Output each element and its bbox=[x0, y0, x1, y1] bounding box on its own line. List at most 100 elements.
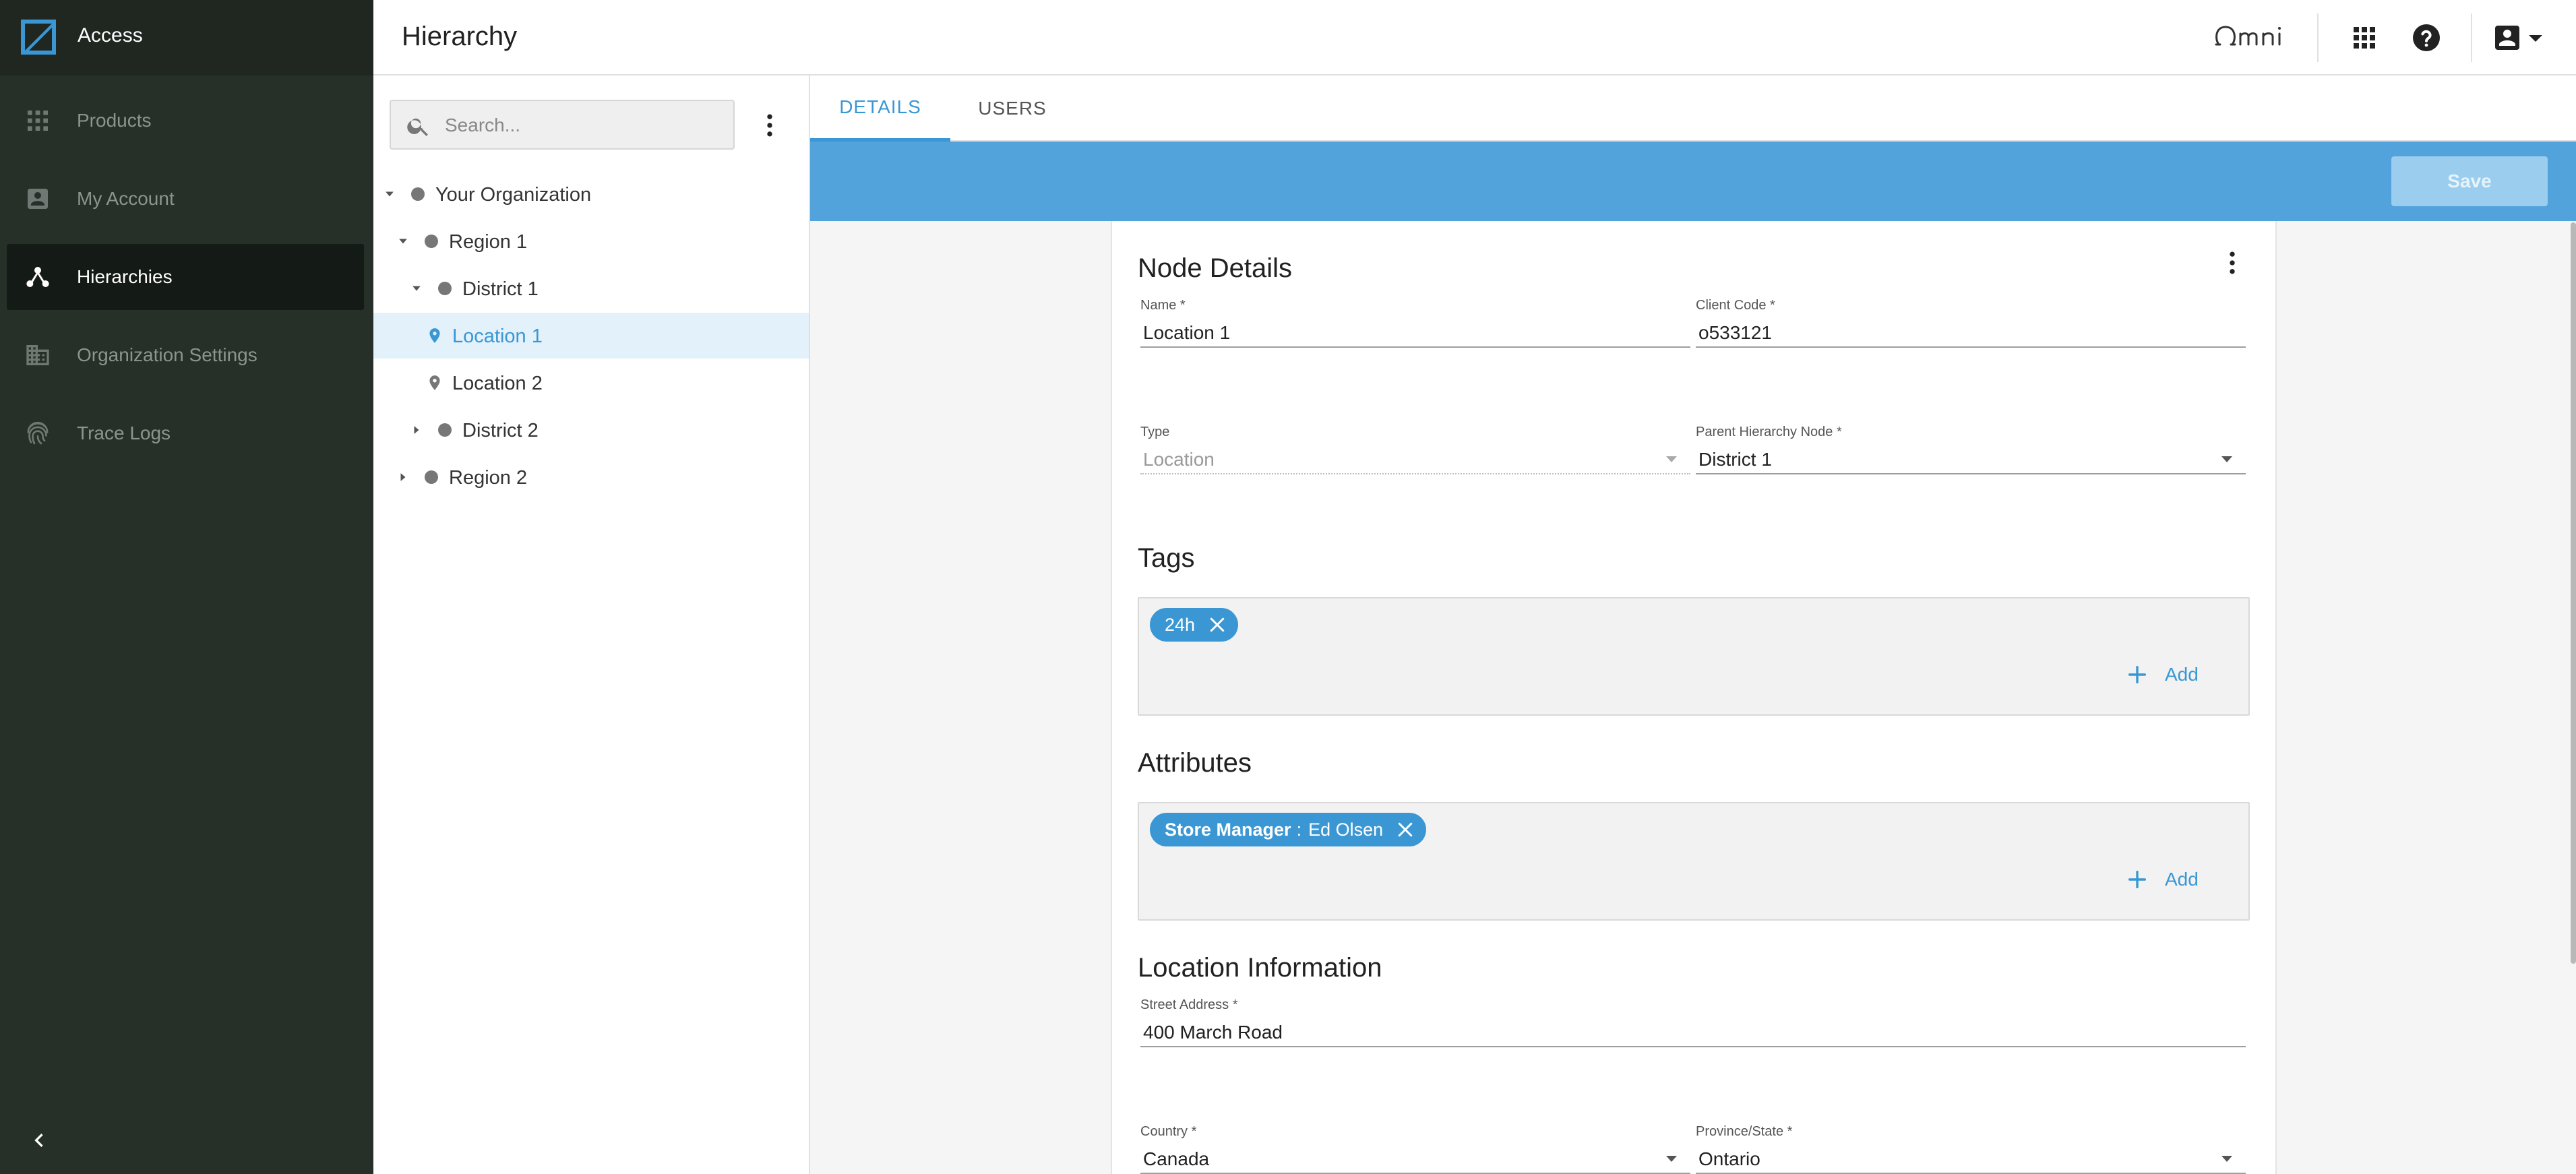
more-vert-icon[interactable] bbox=[2217, 248, 2247, 278]
expand-down-icon[interactable] bbox=[380, 185, 399, 204]
expand-right-icon[interactable] bbox=[394, 468, 412, 487]
sidebar-item-hierarchies[interactable]: Hierarchies bbox=[7, 244, 364, 310]
client-code-field[interactable]: Client Code * o533121 bbox=[1696, 298, 2246, 348]
sidebar-item-label: Trace Logs bbox=[77, 423, 171, 443]
help-icon[interactable] bbox=[2410, 22, 2443, 54]
country-select[interactable]: Country * Canada bbox=[1140, 1124, 1690, 1174]
location-pin-icon bbox=[429, 375, 440, 390]
account-menu-icon[interactable] bbox=[2491, 22, 2545, 54]
close-icon[interactable] bbox=[1207, 615, 1227, 635]
node-details-card: Node Details Name * Location 1 Client Co… bbox=[1111, 221, 2277, 1174]
type-value: Location bbox=[1143, 449, 1215, 470]
dropdown-arrow-icon[interactable] bbox=[2219, 454, 2235, 465]
tree-search-box bbox=[390, 100, 735, 150]
close-icon[interactable] bbox=[1395, 820, 1415, 840]
tree-node-label: Location 2 bbox=[452, 373, 543, 394]
divider bbox=[2317, 13, 2319, 62]
apps-grid-icon[interactable] bbox=[2348, 22, 2381, 54]
sidebar-item-my-account[interactable]: My Account bbox=[7, 166, 364, 232]
app-name: Access bbox=[78, 24, 143, 47]
hierarchy-icon bbox=[26, 267, 49, 287]
node-dot-icon bbox=[411, 187, 425, 201]
hierarchy-tree-panel: Your Organization Region 1 District 1 Lo… bbox=[373, 75, 810, 1174]
tab-users[interactable]: USERS bbox=[950, 75, 1074, 142]
attribute-value: Ed Olsen bbox=[1308, 819, 1384, 840]
location-information-title: Location Information bbox=[1138, 953, 1382, 983]
field-label: Name * bbox=[1140, 298, 1186, 313]
parent-hierarchy-node-select[interactable]: Parent Hierarchy Node * District 1 bbox=[1696, 425, 2246, 474]
save-button[interactable]: Save bbox=[2391, 156, 2548, 206]
attribute-chip[interactable]: Store Manager : Ed Olsen bbox=[1150, 813, 1427, 846]
tree-node-region-2[interactable]: Region 2 bbox=[373, 454, 809, 500]
field-label: Country * bbox=[1140, 1124, 1197, 1139]
attribute-separator: : bbox=[1296, 819, 1302, 840]
more-vert-icon[interactable] bbox=[755, 111, 785, 140]
tree-node-label: District 2 bbox=[462, 420, 539, 441]
sidebar-item-label: My Account bbox=[77, 188, 175, 209]
node-dot-icon bbox=[425, 235, 438, 248]
sidebar-item-label: Products bbox=[77, 110, 152, 131]
dropdown-arrow-icon[interactable] bbox=[1663, 1154, 1680, 1165]
province-value: Ontario bbox=[1698, 1148, 1760, 1169]
grid-icon bbox=[28, 111, 48, 131]
province-state-select[interactable]: Province/State * Ontario bbox=[1696, 1124, 2246, 1174]
plus-icon bbox=[2128, 870, 2147, 889]
attributes-title: Attributes bbox=[1138, 748, 1252, 778]
tree-node-your-organization[interactable]: Your Organization bbox=[373, 171, 809, 217]
expand-right-icon[interactable] bbox=[407, 421, 426, 439]
fingerprint-icon bbox=[27, 421, 49, 445]
province-value-box[interactable]: Ontario bbox=[1696, 1143, 2246, 1174]
field-label: Street Address * bbox=[1140, 997, 1238, 1012]
node-dot-icon bbox=[438, 282, 452, 295]
country-value-box[interactable]: Canada bbox=[1140, 1143, 1690, 1174]
field-label: Parent Hierarchy Node * bbox=[1696, 425, 1842, 439]
tree-node-label: District 1 bbox=[462, 278, 539, 300]
sidebar-header: Access bbox=[0, 0, 373, 75]
tree-node-location-1[interactable]: Location 1 bbox=[373, 313, 809, 359]
tree-node-district-1[interactable]: District 1 bbox=[373, 266, 809, 311]
add-tag-label: Add bbox=[2165, 664, 2199, 685]
tab-bar: DETAILS USERS bbox=[810, 75, 2576, 142]
parent-value-box[interactable]: District 1 bbox=[1696, 443, 2246, 474]
add-tag-button[interactable]: Add bbox=[2126, 658, 2199, 691]
tree-node-district-2[interactable]: District 2 bbox=[373, 407, 809, 453]
building-icon bbox=[26, 345, 49, 365]
name-field[interactable]: Name * Location 1 bbox=[1140, 298, 1690, 348]
street-address-input[interactable]: 400 March Road bbox=[1140, 1016, 2246, 1047]
sidebar-item-trace-logs[interactable]: Trace Logs bbox=[7, 400, 364, 466]
add-attribute-button[interactable]: Add bbox=[2126, 863, 2199, 896]
tag-chip[interactable]: 24h bbox=[1150, 608, 1239, 642]
top-bar: Hierarchy bbox=[373, 0, 2576, 75]
sidebar-item-products[interactable]: Products bbox=[7, 88, 364, 154]
tree-node-label: Your Organization bbox=[435, 184, 592, 206]
chevron-left-icon[interactable] bbox=[26, 1127, 53, 1154]
search-input[interactable] bbox=[445, 112, 721, 139]
tree-node-location-2[interactable]: Location 2 bbox=[373, 360, 809, 406]
attribute-key: Store Manager bbox=[1165, 819, 1291, 840]
tag-chip-label: 24h bbox=[1165, 614, 1196, 635]
field-label: Province/State * bbox=[1696, 1124, 1793, 1139]
expand-down-icon[interactable] bbox=[394, 232, 412, 251]
field-label: Type bbox=[1140, 425, 1170, 439]
attributes-box: Store Manager : Ed Olsen Add bbox=[1138, 802, 2250, 921]
plus-icon bbox=[2128, 665, 2147, 684]
street-address-field[interactable]: Street Address * 400 March Road bbox=[1140, 997, 2246, 1047]
account-box-icon bbox=[28, 189, 48, 209]
node-dot-icon bbox=[438, 423, 452, 437]
sidebar-item-organization-settings[interactable]: Organization Settings bbox=[7, 322, 364, 388]
tree-node-region-1[interactable]: Region 1 bbox=[373, 218, 809, 264]
dropdown-arrow-icon[interactable] bbox=[2219, 1154, 2235, 1165]
tree-node-label: Region 2 bbox=[449, 467, 528, 489]
sidebar-item-label: Organization Settings bbox=[77, 344, 257, 365]
node-details-title: Node Details bbox=[1138, 253, 1293, 283]
tab-details[interactable]: DETAILS bbox=[810, 75, 950, 142]
dropdown-arrow-icon bbox=[1666, 456, 1677, 462]
client-code-input[interactable]: o533121 bbox=[1696, 317, 2246, 348]
expand-down-icon[interactable] bbox=[407, 279, 426, 298]
sidebar-item-label: Hierarchies bbox=[77, 266, 173, 287]
add-attribute-label: Add bbox=[2165, 869, 2199, 890]
omni-logo bbox=[2215, 26, 2281, 46]
name-input[interactable]: Location 1 bbox=[1140, 317, 1690, 348]
type-select: Type Location bbox=[1140, 425, 1690, 474]
scrollbar[interactable] bbox=[2571, 222, 2576, 964]
